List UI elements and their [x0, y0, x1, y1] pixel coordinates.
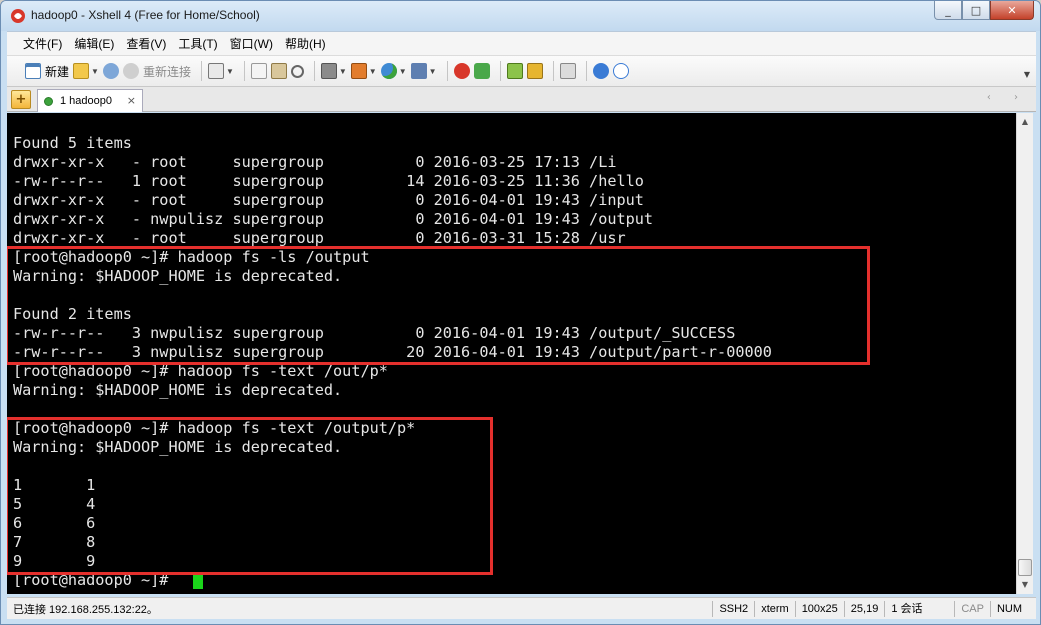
toolbar-divider	[243, 61, 245, 81]
properties-button[interactable]: ▼	[207, 60, 234, 82]
session-tab-bar: + 1 hadoop0 × ‹ ›	[7, 87, 1036, 112]
chevron-down-icon[interactable]: ▼	[399, 67, 407, 76]
terminal-line: drwxr-xr-x - nwpulisz supergroup 0 2016-…	[13, 210, 654, 228]
chevron-down-icon[interactable]: ▼	[91, 67, 99, 76]
scrollbar-thumb[interactable]	[1018, 559, 1032, 576]
chevron-down-icon[interactable]: ▼	[369, 67, 377, 76]
xftp-icon	[473, 63, 490, 79]
toolbar-divider	[552, 61, 554, 81]
link-icon	[102, 63, 119, 79]
folder-icon	[73, 63, 90, 79]
keyboard-button[interactable]	[559, 60, 576, 82]
terminal-scrollbar[interactable]: ▲ ▼	[1016, 113, 1033, 594]
xshell-icon	[453, 63, 470, 79]
terminal-type-status: xterm	[754, 600, 795, 617]
toolbar-divider	[499, 61, 501, 81]
globe-icon	[380, 63, 397, 79]
highlight-box-text-output	[7, 417, 493, 575]
close-button[interactable]: ✕	[990, 1, 1034, 20]
add-session-button[interactable]: +	[11, 90, 31, 109]
session-count-status: 1 会话	[884, 600, 954, 617]
printer-icon	[320, 63, 337, 79]
menu-bar: 文件(F) 编辑(E) 查看(V) 工具(T) 窗口(W) 帮助(H)	[7, 31, 1036, 55]
cursor-position-status: 25,19	[843, 600, 885, 617]
toolbar-divider	[200, 61, 202, 81]
new-session-button[interactable]: 新建	[25, 60, 69, 82]
menu-file[interactable]: 文件(F)	[17, 35, 68, 52]
properties-icon	[207, 63, 224, 79]
reconnect-icon	[122, 63, 139, 79]
toolbar: 新建 ▼ 重新连接 ▼ ▼ ▼ ▼ ▼ ▼	[7, 55, 1036, 87]
xshell-logo-icon	[11, 9, 25, 23]
menu-help[interactable]: 帮助(H)	[279, 35, 332, 52]
chevron-down-icon[interactable]: ▼	[339, 67, 347, 76]
tab-scroll-arrows[interactable]: ‹ ›	[987, 92, 1028, 103]
font-icon	[410, 63, 427, 79]
xftp-button[interactable]	[473, 60, 490, 82]
menu-tools[interactable]: 工具(T)	[172, 35, 223, 52]
toolbar-divider	[313, 61, 315, 81]
help-icon	[592, 63, 609, 79]
globe-button[interactable]: ▼	[380, 60, 407, 82]
lock-button[interactable]	[526, 60, 543, 82]
terminal-size-status: 100x25	[794, 600, 844, 617]
window-title: hadoop0 - Xshell 4 (Free for Home/School…	[31, 8, 260, 22]
reconnect-label: 重新连接	[142, 64, 191, 79]
chevron-down-icon[interactable]: ▼	[429, 67, 437, 76]
terminal-line: Found 5 items	[13, 134, 132, 152]
xshell-window: hadoop0 - Xshell 4 (Free for Home/School…	[0, 0, 1041, 625]
font-button[interactable]: ▼	[410, 60, 437, 82]
connect-button[interactable]	[102, 60, 119, 82]
layout-grid-icon	[506, 63, 523, 79]
chat-bubble-icon	[612, 63, 629, 79]
chevron-down-icon[interactable]: ▼	[226, 67, 234, 76]
print-button[interactable]: ▼	[320, 60, 347, 82]
menu-edit[interactable]: 编辑(E)	[68, 35, 120, 52]
copy-icon	[250, 63, 267, 79]
maximize-button[interactable]: □	[962, 1, 990, 20]
scroll-up-icon[interactable]: ▲	[1017, 113, 1033, 130]
tab-hadoop0[interactable]: 1 hadoop0 ×	[37, 89, 143, 112]
minimize-button[interactable]: _	[934, 1, 962, 20]
paste-button[interactable]	[270, 60, 287, 82]
toolbar-overflow-icon[interactable]: ▼	[1024, 70, 1030, 79]
find-button[interactable]	[290, 60, 304, 82]
protocol-status: SSH2	[712, 600, 754, 617]
tab-close-icon[interactable]: ×	[127, 94, 136, 107]
lock-icon	[526, 63, 543, 79]
highlight-box-ls-output	[7, 246, 870, 365]
status-bar: 已连接 192.168.255.132:22。 SSH2 xterm 100x2…	[7, 597, 1036, 619]
toolbar-divider	[446, 61, 448, 81]
num-lock-indicator: NUM	[989, 600, 1036, 617]
scroll-down-icon[interactable]: ▼	[1017, 576, 1033, 593]
connection-status: 已连接 192.168.255.132:22。	[13, 603, 158, 616]
title-bar[interactable]: hadoop0 - Xshell 4 (Free for Home/School…	[1, 1, 1040, 31]
new-window-icon	[25, 63, 41, 79]
caps-lock-indicator: CAP	[954, 600, 990, 617]
open-folder-button[interactable]: ▼	[73, 60, 99, 82]
terminal-output[interactable]: Found 5 items drwxr-xr-x - root supergro…	[7, 113, 1016, 594]
help-button[interactable]	[592, 60, 609, 82]
xshell-button[interactable]	[453, 60, 470, 82]
terminal-line: drwxr-xr-x - root supergroup 0 2016-03-2…	[13, 153, 617, 171]
window-controls: _ □ ✕	[934, 1, 1034, 20]
menu-window[interactable]: 窗口(W)	[224, 35, 279, 52]
transfer-icon	[350, 63, 367, 79]
reconnect-button[interactable]: 重新连接	[122, 60, 191, 82]
tab-label: 1 hadoop0	[60, 95, 112, 107]
keyboard-icon	[559, 63, 576, 79]
menu-view[interactable]: 查看(V)	[120, 35, 172, 52]
layout-button[interactable]	[506, 60, 523, 82]
chat-button[interactable]	[612, 60, 629, 82]
connected-status-icon	[44, 96, 53, 106]
transfer-button[interactable]: ▼	[350, 60, 377, 82]
paste-icon	[270, 63, 287, 79]
toolbar-divider	[585, 61, 587, 81]
terminal-line: Warning: $HADOOP_HOME is deprecated.	[13, 381, 343, 399]
copy-button[interactable]	[250, 60, 267, 82]
search-icon	[290, 64, 304, 78]
terminal-line: drwxr-xr-x - root supergroup 0 2016-04-0…	[13, 191, 644, 209]
new-session-label: 新建	[45, 64, 70, 79]
terminal-line: -rw-r--r-- 1 root supergroup 14 2016-03-…	[13, 172, 644, 190]
